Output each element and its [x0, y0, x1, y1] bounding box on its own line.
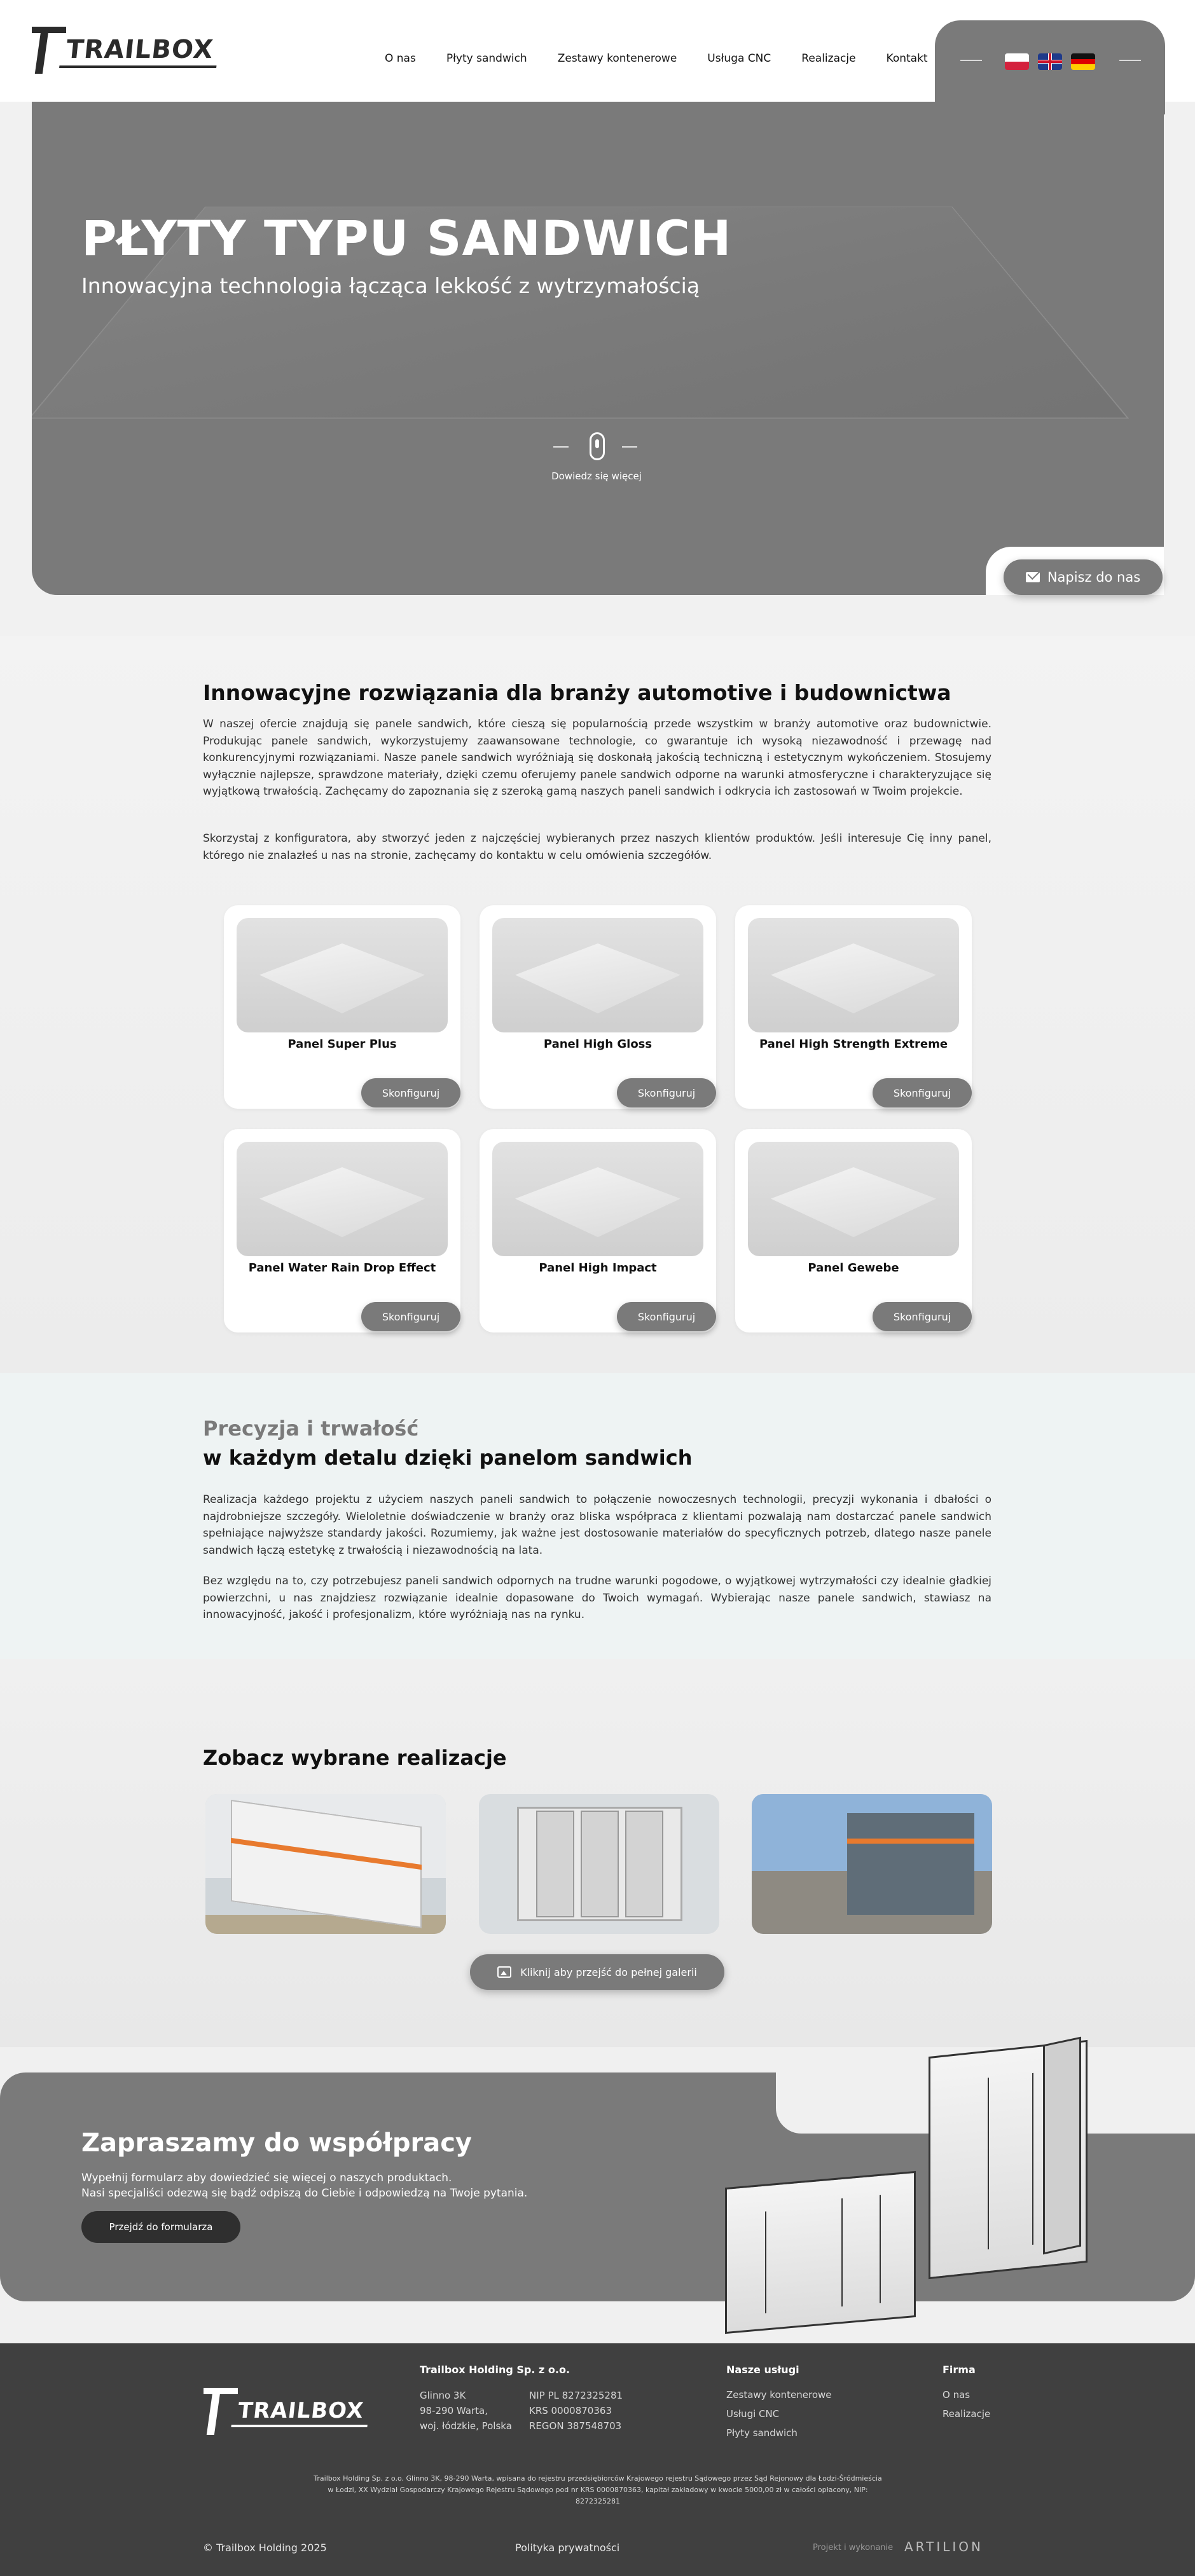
precision-paragraph: Realizacja każdego projektu z użyciem na… [203, 1493, 991, 1557]
copyright: © Trailbox Holding 2025 [203, 2542, 327, 2554]
precision-kicker: Precyzja i trwałość [203, 1416, 419, 1441]
footer-registry: NIP PL 8272325281 KRS 0000870363 REGON 3… [529, 2388, 623, 2434]
product-card[interactable]: Panel Water Rain Drop Effect Skonfiguruj [224, 1129, 460, 1333]
language-switcher [935, 20, 1165, 114]
nav-item-o-nas[interactable]: O nas [385, 52, 416, 65]
hero-banner [32, 102, 1164, 595]
legal-line: w Łodzi, XX Wydział Gospodarczy Krajoweg… [328, 2486, 868, 2494]
product-card[interactable]: Panel High Impact Skonfiguruj [480, 1129, 716, 1333]
configure-button[interactable]: Skonfiguruj [617, 1078, 716, 1107]
precision-paragraph: Bez względu na to, czy potrzebujesz pane… [203, 1575, 991, 1621]
image-icon [497, 1966, 512, 1978]
gallery-photo[interactable] [205, 1794, 446, 1934]
cta-text: Wypełnij formularz aby dowiedzieć się wi… [81, 2170, 527, 2201]
intro-paragraph: Skorzystaj z konfiguratora, aby stworzyć… [203, 832, 991, 862]
go-to-form-button[interactable]: Przejdź do formularza [81, 2211, 240, 2243]
privacy-policy-link[interactable]: Polityka prywatności [515, 2542, 619, 2554]
footer-company-title: Firma [943, 2364, 976, 2376]
logo-text: TRAILBOX [231, 2395, 371, 2427]
gallery-photo[interactable] [479, 1794, 719, 1934]
scroll-mouse-icon[interactable] [590, 432, 605, 460]
realizations-title: Zobacz wybrane realizacje [203, 1746, 507, 1770]
scroll-down-label[interactable]: Dowiedz się więcej [533, 470, 660, 482]
footer-link-cnc[interactable]: Usługi CNC [726, 2408, 779, 2420]
address-line: woj. łódzkie, Polska [420, 2420, 512, 2432]
nav-item-plyty-sandwich[interactable]: Płyty sandwich [446, 52, 527, 65]
container-side-image [1043, 2036, 1081, 2255]
product-name: Panel Super Plus [287, 1038, 397, 1051]
precision-title: w każdym detalu dzięki panelom sandwich [203, 1446, 693, 1470]
footer-link-realizacje[interactable]: Realizacje [943, 2408, 990, 2420]
nav-item-zestawy-kontenerowe[interactable]: Zestawy kontenerowe [558, 52, 677, 65]
footer-services-title: Nasze usługi [726, 2364, 799, 2376]
configure-button[interactable]: Skonfiguruj [617, 1302, 716, 1331]
divider [622, 446, 637, 448]
author-label: Projekt i wykonanie [813, 2543, 894, 2552]
footer-company-name: Trailbox Holding Sp. z o.o. [420, 2364, 570, 2376]
configure-button[interactable]: Skonfiguruj [873, 1078, 972, 1107]
product-image [492, 1142, 703, 1256]
product-card[interactable]: Panel Gewebe Skonfiguruj [735, 1129, 972, 1333]
product-image [237, 1142, 448, 1256]
configure-button[interactable]: Skonfiguruj [873, 1302, 972, 1331]
cta-text-line: Nasi specjaliści odezwą się bądź odpiszą… [81, 2187, 528, 2200]
product-name: Panel High Impact [539, 1261, 657, 1275]
divider [553, 446, 569, 448]
configure-button[interactable]: Skonfiguruj [361, 1302, 460, 1331]
full-gallery-button[interactable]: Kliknij aby przejść do pełnej galerii [470, 1954, 724, 1990]
gallery-photo[interactable] [752, 1794, 992, 1934]
mail-icon [1025, 572, 1040, 582]
product-image [237, 918, 448, 1032]
nip-number: NIP PL 8272325281 [529, 2390, 623, 2401]
footer-link-zestawy[interactable]: Zestawy kontenerowe [726, 2389, 832, 2401]
nav-item-usluga-cnc[interactable]: Usługa CNC [707, 52, 771, 65]
product-image [748, 1142, 959, 1256]
product-card[interactable]: Panel High Strength Extreme Skonfiguruj [735, 905, 972, 1109]
flag-gb-icon[interactable] [1038, 53, 1062, 70]
product-name: Panel Water Rain Drop Effect [248, 1261, 436, 1275]
product-image [492, 918, 703, 1032]
nav-item-kontakt[interactable]: Kontakt [887, 52, 928, 65]
krs-number: KRS 0000870363 [529, 2405, 612, 2416]
footer-legal-notice: Trailbox Holding Sp. z o.o. Glinno 3K, 9… [280, 2473, 916, 2507]
configure-button[interactable]: Skonfiguruj [361, 1078, 460, 1107]
footer-link-o-nas[interactable]: O nas [943, 2389, 970, 2401]
footer-address: Glinno 3K 98-290 Warta, woj. łódzkie, Po… [420, 2388, 512, 2434]
small-container-image [725, 2170, 916, 2334]
flag-pl-icon[interactable] [1005, 53, 1029, 70]
product-card[interactable]: Panel Super Plus Skonfiguruj [224, 905, 460, 1109]
footer-link-sandwich[interactable]: Płyty sandwich [726, 2427, 798, 2439]
product-name: Panel Gewebe [808, 1261, 899, 1275]
legal-line: 8272325281 [576, 2497, 620, 2505]
product-image [748, 918, 959, 1032]
intro-title: Innowacyjne rozwiązania dla branży autom… [203, 680, 951, 705]
cta-text-line: Wypełnij formularz aby dowiedzieć się wi… [81, 2172, 452, 2184]
regon-number: REGON 387548703 [529, 2420, 622, 2432]
artilion-logo[interactable]: ARTILION [904, 2539, 983, 2554]
legal-line: Trailbox Holding Sp. z o.o. Glinno 3K, 9… [314, 2474, 882, 2483]
address-line: Glinno 3K [420, 2390, 466, 2401]
trailbox-logo[interactable]: TRAILBOX [32, 27, 221, 74]
nav-item-realizacje[interactable]: Realizacje [801, 52, 855, 65]
footer-logo[interactable]: TRAILBOX [204, 2388, 371, 2435]
product-name: Panel High Strength Extreme [759, 1038, 948, 1051]
main-nav: O nas Płyty sandwich Zestawy kontenerowe… [385, 52, 928, 65]
write-to-us-button[interactable]: Napisz do nas [1004, 559, 1163, 595]
product-name: Panel High Gloss [543, 1038, 653, 1051]
logo-text: TRAILBOX [59, 32, 221, 68]
full-gallery-label: Kliknij aby przejść do pełnej galerii [520, 1966, 697, 1978]
flag-de-icon[interactable] [1071, 53, 1095, 70]
cta-title: Zapraszamy do współpracy [81, 2128, 473, 2158]
address-line: 98-290 Warta, [420, 2405, 488, 2416]
divider [1119, 60, 1141, 61]
write-to-us-label: Napisz do nas [1047, 570, 1141, 585]
divider [960, 60, 982, 61]
hero-subtitle: Innowacyjna technologia łącząca lekkość … [81, 273, 700, 298]
hero-title: PŁYTY TYPU SANDWICH [81, 210, 732, 266]
product-card[interactable]: Panel High Gloss Skonfiguruj [480, 905, 716, 1109]
intro-paragraph: W naszej ofercie znajdują się panele san… [203, 718, 991, 798]
